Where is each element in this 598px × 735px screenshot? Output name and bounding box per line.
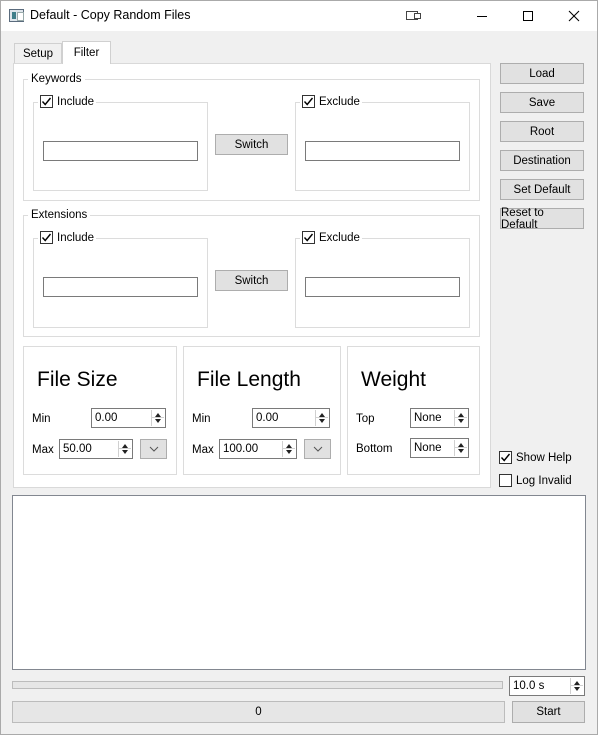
status-counter: 0 [12,701,505,723]
keywords-exclude-checkbox[interactable] [302,95,315,108]
tab-setup-label: Setup [22,48,54,60]
destination-button[interactable]: Destination [500,150,584,171]
start-button[interactable]: Start [512,701,585,723]
extensions-include-label: Include [57,231,95,244]
keywords-include-label: Include [57,95,95,108]
spin-arrows-icon[interactable] [151,410,164,426]
load-button[interactable]: Load [500,63,584,84]
keywords-exclude-header: Exclude [300,95,362,108]
file-size-min-label: Min [32,413,51,425]
extensions-exclude-header: Exclude [300,231,362,244]
weight-title: Weight [361,368,426,391]
chevron-down-icon [313,446,322,452]
keywords-include-checkbox[interactable] [40,95,53,108]
extensions-exclude-input[interactable] [305,277,460,297]
spin-arrows-icon[interactable] [570,678,583,694]
log-invalid-option[interactable]: Log Invalid [499,474,572,487]
file-size-max-value: 50.00 [63,443,92,455]
restore-layout-icon[interactable] [405,9,423,22]
file-length-title: File Length [197,368,301,391]
spin-arrows-icon[interactable] [454,410,467,426]
save-button[interactable]: Save [500,92,584,113]
file-length-min-label: Min [192,413,211,425]
log-invalid-label: Log Invalid [516,474,572,487]
keywords-switch-button[interactable]: Switch [215,134,288,155]
extensions-switch-button[interactable]: Switch [215,270,288,291]
interval-spinbox[interactable]: 10.0 s [509,676,585,696]
status-counter-text: 0 [255,706,262,718]
file-length-max-spinbox[interactable]: 100.00 [219,439,297,459]
interval-value: 10.0 s [513,680,545,692]
file-length-min-spinbox[interactable]: 0.00 [252,408,330,428]
spin-arrows-icon[interactable] [315,410,328,426]
keywords-exclude-input[interactable] [305,141,460,161]
file-length-unit-dropdown[interactable] [304,439,331,459]
weight-bottom-label: Bottom [356,443,393,455]
log-invalid-checkbox[interactable] [499,474,512,487]
file-size-max-label: Max [32,444,54,456]
keywords-group-title: Keywords [28,73,85,85]
keywords-include-header: Include [38,95,97,108]
extensions-group-title: Extensions [28,209,91,221]
spin-arrows-icon[interactable] [454,440,467,456]
file-length-max-label: Max [192,444,214,456]
tab-setup[interactable]: Setup [14,43,62,64]
weight-bottom-value: None [414,442,442,454]
extensions-exclude-checkbox[interactable] [302,231,315,244]
show-help-option[interactable]: Show Help [499,451,572,464]
keywords-exclude-label: Exclude [319,95,360,108]
tab-filter-label: Filter [73,47,100,59]
file-length-min-value: 0.00 [256,412,279,424]
keywords-include-input[interactable] [43,141,198,161]
extensions-include-checkbox[interactable] [40,231,53,244]
root-button[interactable]: Root [500,121,584,142]
maximize-button[interactable] [505,0,551,31]
close-button[interactable] [551,0,597,31]
weight-bottom-spinbox[interactable]: None [410,438,469,458]
weight-top-spinbox[interactable]: None [410,408,469,428]
file-size-unit-dropdown[interactable] [140,439,167,459]
progress-bar [12,681,503,689]
chevron-down-icon [149,446,158,452]
tab-filter[interactable]: Filter [62,41,111,64]
set-default-button[interactable]: Set Default [500,179,584,200]
file-length-max-value: 100.00 [223,443,259,455]
spin-arrows-icon[interactable] [282,441,295,457]
app-icon [9,9,24,22]
minimize-button[interactable] [459,0,505,31]
window-title: Default - Copy Random Files [30,8,191,22]
extensions-exclude-label: Exclude [319,231,360,244]
extensions-include-input[interactable] [43,277,198,297]
show-help-checkbox[interactable] [499,451,512,464]
file-size-title: File Size [37,368,118,391]
file-size-min-spinbox[interactable]: 0.00 [91,408,166,428]
weight-top-value: None [414,412,442,424]
show-help-label: Show Help [516,451,572,464]
file-size-min-value: 0.00 [95,412,118,424]
log-output[interactable] [12,495,586,670]
reset-default-button[interactable]: Reset to Default [500,207,584,231]
file-size-max-spinbox[interactable]: 50.00 [59,439,133,459]
extensions-include-header: Include [38,231,97,244]
spin-arrows-icon[interactable] [118,441,131,457]
weight-top-label: Top [356,413,375,425]
